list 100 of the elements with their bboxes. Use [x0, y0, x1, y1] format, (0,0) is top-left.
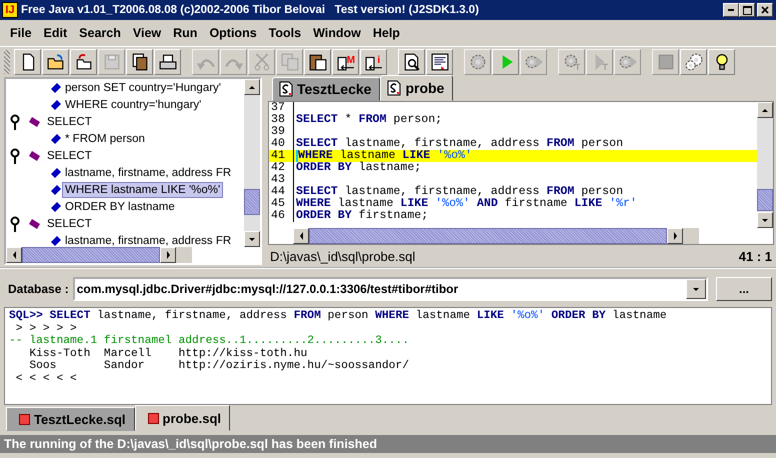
- menu-item[interactable]: Edit: [38, 26, 74, 40]
- output-line: < < < < <: [14, 372, 78, 385]
- sql-file-icon: [387, 80, 402, 96]
- scrollbar-thumb[interactable]: [244, 189, 260, 216]
- menu-item[interactable]: Tools: [262, 26, 308, 40]
- gears-icon: [684, 53, 702, 71]
- minimize-button[interactable]: [723, 3, 739, 17]
- menu-item[interactable]: View: [126, 26, 168, 40]
- tree-item[interactable]: lastname, firstname, address FR: [62, 164, 234, 180]
- diamond-icon: [50, 98, 62, 110]
- printer-icon: [158, 53, 176, 71]
- down-arrow-icon: [762, 218, 768, 222]
- expanded-handle-icon[interactable]: [10, 148, 22, 164]
- output-line: Kiss-Toth Marcell http://kiss-toth.hu: [28, 348, 308, 360]
- menu-item[interactable]: File: [4, 26, 38, 40]
- toolbar-button[interactable]: [154, 49, 181, 75]
- scrollbar-thumb[interactable]: [757, 188, 773, 210]
- square-icon: [19, 414, 30, 424]
- toolbar-button[interactable]: [304, 49, 331, 75]
- scrollbar-thumb[interactable]: [309, 228, 667, 244]
- scroll-down-button[interactable]: [244, 231, 260, 247]
- copy-icon: [280, 53, 298, 71]
- scroll-right-button[interactable]: [160, 247, 176, 263]
- output-line: Soos Sandor http://oziris.nyme.hu/~soossandor/: [28, 360, 410, 372]
- clipboard-icon: [308, 53, 326, 71]
- tree-item[interactable]: lastname, firstname, address FR: [62, 232, 234, 247]
- code-line: SELECT * FROM person;: [296, 114, 442, 126]
- editor-tab[interactable]: TesztLecke: [272, 77, 380, 101]
- scroll-left-button[interactable]: [293, 228, 309, 244]
- tree-item[interactable]: SELECT: [44, 114, 95, 130]
- file-path: D:\javas\_id\sql\probe.sql: [270, 248, 416, 264]
- browser-window-icon: [430, 53, 448, 71]
- code-line: SELECT lastname, firstname, address FROM person: [296, 138, 624, 150]
- code-line: SELECT lastname, firstname, address FROM person: [296, 186, 624, 198]
- toolbar-button[interactable]: [70, 49, 97, 75]
- scroll-down-button[interactable]: [757, 212, 773, 228]
- scroll-right-button[interactable]: [667, 228, 683, 244]
- toolbar-button[interactable]: [14, 49, 41, 75]
- menu-item[interactable]: Search: [73, 26, 127, 40]
- scroll-up-button[interactable]: [244, 79, 260, 95]
- diamond-icon: [50, 132, 62, 144]
- output-line: SQL>> SELECT lastname, firstname, address FROM person WHERE lastname LIKE '%o%' ORDER BY lastname: [9, 310, 668, 322]
- toolbar-button[interactable]: [42, 49, 69, 75]
- scrollbar-thumb[interactable]: [22, 247, 160, 263]
- line-number: 37: [269, 102, 294, 114]
- up-arrow-icon: [762, 108, 768, 112]
- code-line: ORDER BY firstname;: [296, 210, 428, 222]
- line-number: 43: [269, 174, 294, 186]
- app-logo: IJ: [2, 2, 18, 18]
- close-icon: [761, 6, 769, 14]
- status-bar: The running of the D:\javas\_id\sql\probe.sql has been finished: [0, 435, 776, 453]
- up-arrow-icon: [249, 86, 255, 88]
- tree-item[interactable]: SELECT: [44, 216, 95, 232]
- diamond-icon: [50, 184, 62, 196]
- menu-item[interactable]: Help: [366, 26, 406, 40]
- toolbar-button[interactable]: [398, 49, 425, 75]
- close-button[interactable]: [757, 3, 773, 17]
- line-number: 42: [269, 162, 294, 174]
- database-dropdown[interactable]: com.mysql.jdbc.Driver#jdbc:mysql://127.0.0.1:3306/test#tibor#tibor: [72, 277, 708, 301]
- scissors-icon: [252, 53, 270, 71]
- scrollbar-corner: [683, 228, 699, 244]
- down-arrow-icon: [693, 288, 699, 290]
- toolbar-button[interactable]: [426, 49, 453, 75]
- scroll-left-button[interactable]: [6, 247, 22, 263]
- sql-file-icon: [279, 81, 293, 97]
- diamond-icon: [50, 166, 62, 178]
- toolbar-button[interactable]: [680, 49, 707, 75]
- code-line: WHERE lastname LIKE '%o%' AND firstname LIKE '%r': [296, 198, 637, 210]
- menu-item[interactable]: Window: [307, 26, 367, 40]
- toolbar-grip[interactable]: [4, 50, 10, 74]
- text-cursor: [296, 150, 298, 162]
- editor-tab[interactable]: probe: [380, 75, 454, 101]
- cursor-position: 41 : 1: [738, 248, 772, 264]
- tree-item[interactable]: WHERE lastname LIKE '%o%': [62, 182, 224, 198]
- toolbar-button[interactable]: [708, 49, 735, 75]
- tree-item[interactable]: person SET country='Hungary': [62, 80, 224, 96]
- gear-icon: [468, 53, 486, 71]
- tree-item[interactable]: * FROM person: [62, 130, 148, 146]
- tree-item[interactable]: WHERE country='hungary': [62, 96, 204, 112]
- line-number: 41: [269, 150, 294, 162]
- minimize-icon: [728, 9, 734, 11]
- scroll-up-button[interactable]: [757, 102, 773, 118]
- database-label: Database :: [8, 282, 69, 296]
- tree-item[interactable]: SELECT: [44, 148, 95, 164]
- maximize-button[interactable]: [739, 3, 755, 17]
- output-tab[interactable]: probe.sql: [134, 405, 230, 431]
- browse-button[interactable]: ...: [716, 277, 772, 301]
- tree-item[interactable]: ORDER BY lastname: [62, 198, 178, 214]
- menu-item[interactable]: Options: [203, 26, 263, 40]
- gear-arrows-icon: [524, 53, 542, 71]
- output-tab[interactable]: TesztLecke.sql: [6, 407, 135, 431]
- toolbar-button[interactable]: [126, 49, 153, 75]
- line-number: 45: [269, 198, 294, 210]
- line-number: 44: [269, 186, 294, 198]
- down-arrow-icon: [249, 238, 255, 240]
- maximize-icon: [742, 6, 752, 14]
- menu-item[interactable]: Run: [167, 26, 204, 40]
- expanded-handle-icon[interactable]: [10, 114, 22, 130]
- left-arrow-icon: [300, 232, 302, 240]
- expanded-handle-icon[interactable]: [10, 216, 22, 232]
